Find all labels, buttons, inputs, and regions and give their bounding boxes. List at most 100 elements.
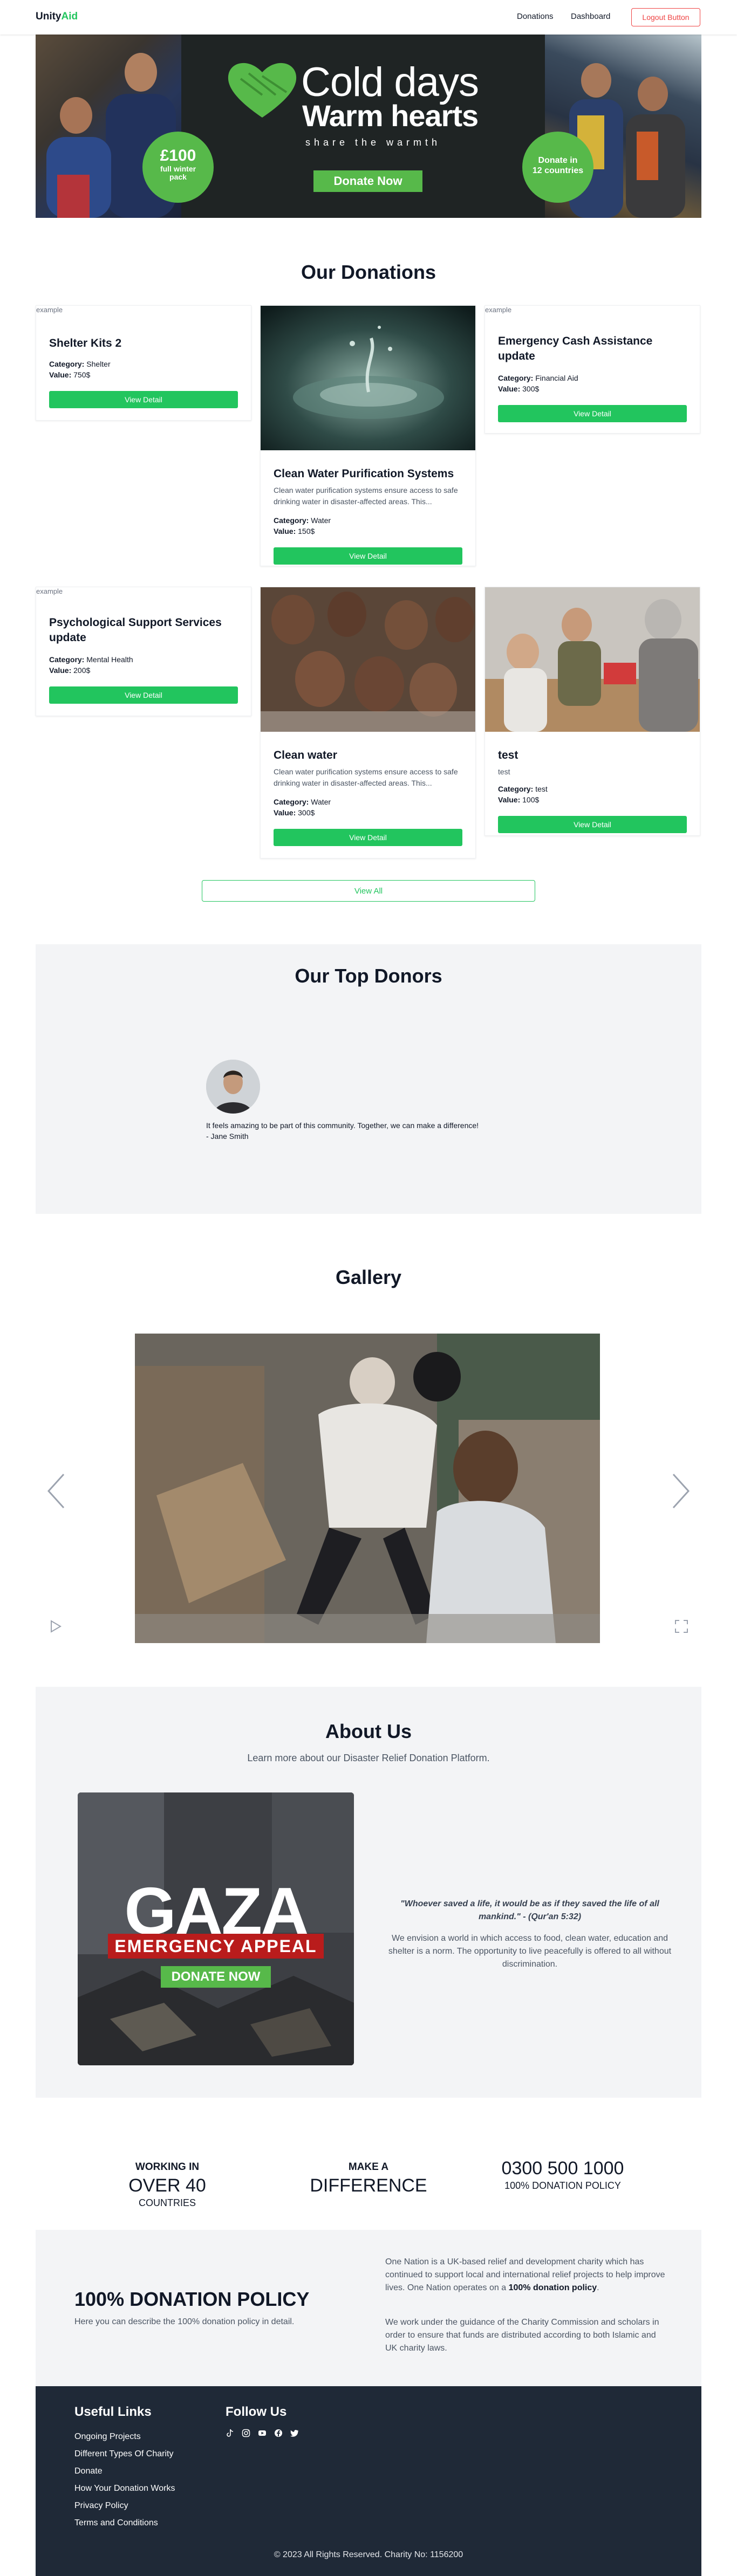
policy-title: 100% DONATION POLICY xyxy=(74,2288,310,2310)
brand-logo[interactable]: UnityAid xyxy=(36,11,78,23)
view-all-button[interactable]: View All xyxy=(202,880,535,902)
policy-p1-end: . xyxy=(597,2283,599,2292)
hero-donate-button[interactable]: Donate Now xyxy=(313,170,422,192)
donations-section-title: Our Donations xyxy=(301,261,436,283)
about-body: We envision a world in which access to f… xyxy=(388,1934,672,1969)
view-detail-button[interactable]: View Detail xyxy=(49,391,238,408)
donation-title: Psychological Support Services update xyxy=(49,616,222,644)
footer-link-donate[interactable]: Donate xyxy=(74,2467,103,2476)
category-label: Category: xyxy=(49,360,85,368)
hero-tagline: share the warmth xyxy=(305,137,441,148)
play-icon[interactable] xyxy=(49,1619,63,1633)
useful-links-title: Useful Links xyxy=(74,2405,152,2419)
badge-line1: full winter xyxy=(160,164,196,173)
youtube-icon[interactable] xyxy=(258,2429,267,2437)
footer-link-terms[interactable]: Terms and Conditions xyxy=(74,2518,158,2528)
instagram-icon[interactable] xyxy=(242,2429,250,2437)
emergency-appeal-label: EMERGENCY APPEAL xyxy=(108,1934,324,1959)
about-title: About Us xyxy=(325,1720,412,1742)
volunteers-image xyxy=(485,587,700,732)
view-detail-button[interactable]: View Detail xyxy=(274,829,462,846)
brand-prefix: Unity xyxy=(36,11,62,22)
hero-banner: Cold days Warm hearts share the warmth D… xyxy=(36,35,701,218)
donation-title: test xyxy=(498,749,518,761)
donation-category: Category: Financial Aid xyxy=(498,374,578,382)
view-detail-button[interactable]: View Detail xyxy=(49,686,238,704)
category-value: Shelter xyxy=(86,360,111,368)
donor-photo xyxy=(206,1060,260,1114)
stat-small-label: WORKING IN xyxy=(135,2161,200,2173)
nav-link-donations[interactable]: Donations xyxy=(517,12,554,21)
water-splash-image xyxy=(261,306,475,450)
gallery-photo xyxy=(135,1334,600,1643)
footer-link-how-donation-works[interactable]: How Your Donation Works xyxy=(74,2484,175,2493)
nav-link-dashboard[interactable]: Dashboard xyxy=(571,12,610,21)
avatar xyxy=(206,1060,260,1114)
donation-card: example Emergency Cash Assistance update… xyxy=(484,305,700,434)
footer-link-privacy-policy[interactable]: Privacy Policy xyxy=(74,2501,128,2511)
donation-description: test xyxy=(498,767,510,776)
twitter-icon[interactable] xyxy=(290,2429,299,2437)
value-amount: 200$ xyxy=(73,666,91,675)
stat-sub-label: COUNTRIES xyxy=(138,2197,196,2208)
stat-big-label: OVER 40 xyxy=(128,2175,206,2196)
footer-link-types-of-charity[interactable]: Different Types Of Charity xyxy=(74,2449,173,2459)
value-label: Value: xyxy=(49,370,72,379)
value-amount: 300$ xyxy=(522,384,540,393)
top-donors-section: Our Top Donors It feels amazing to be pa… xyxy=(36,944,701,1214)
donation-description: Clean water purification systems ensure … xyxy=(274,767,458,787)
donation-card: example Shelter Kits 2 Category: Shelter… xyxy=(36,305,251,421)
donation-card: Clean Water Purification Systems Clean w… xyxy=(260,305,476,566)
donation-category: Category: Shelter xyxy=(49,360,111,368)
donation-value: Value: 200$ xyxy=(49,666,90,675)
winter-pack-badge: £100 full winter pack xyxy=(142,132,214,203)
stat-phone-number[interactable]: 0300 500 1000 xyxy=(482,2158,644,2179)
category-value: Water xyxy=(311,516,331,525)
view-detail-button[interactable]: View Detail xyxy=(498,405,687,422)
policy-description: Here you can describe the 100% donation … xyxy=(74,2317,295,2326)
broken-image: example xyxy=(36,587,63,595)
copyright-text: © 2023 All Rights Reserved. Charity No: … xyxy=(274,2550,463,2559)
gaza-appeal-banner[interactable]: GAZA EMERGENCY APPEAL DONATE NOW xyxy=(78,1792,354,2065)
category-label: Category: xyxy=(498,374,534,382)
donation-category: Category: Water xyxy=(274,516,331,525)
donation-title: Emergency Cash Assistance update xyxy=(498,335,653,362)
donation-policy-section: 100% DONATION POLICY Here you can descri… xyxy=(36,2230,701,2386)
category-value: Financial Aid xyxy=(535,374,578,382)
donation-value: Value: 100$ xyxy=(498,795,539,804)
category-label: Category: xyxy=(274,516,309,525)
value-label: Value: xyxy=(498,795,521,804)
donation-value: Value: 150$ xyxy=(274,527,315,535)
hero-title-warm-hearts: Warm hearts xyxy=(302,99,479,133)
badge-right-line1: Donate in xyxy=(538,156,578,165)
chevron-left-icon[interactable] xyxy=(45,1472,67,1510)
facebook-icon[interactable] xyxy=(274,2429,283,2437)
value-label: Value: xyxy=(498,384,521,393)
policy-paragraph-2: We work under the guidance of the Charit… xyxy=(385,2318,659,2353)
footer-link-ongoing-projects[interactable]: Ongoing Projects xyxy=(74,2432,141,2442)
about-section: About Us Learn more about our Disaster R… xyxy=(36,1687,701,2098)
logout-button[interactable]: Logout Button xyxy=(631,8,700,26)
donation-title: Shelter Kits 2 xyxy=(49,337,122,349)
donation-title: Clean Water Purification Systems xyxy=(274,468,454,480)
donor-name: - Jane Smith xyxy=(206,1132,249,1141)
view-detail-button[interactable]: View Detail xyxy=(498,816,687,833)
policy-p1-bold: 100% donation policy xyxy=(508,2283,597,2292)
children-group-image xyxy=(261,587,475,732)
tiktok-icon[interactable] xyxy=(226,2429,234,2437)
fullscreen-icon[interactable] xyxy=(674,1619,688,1633)
top-donors-title: Our Top Donors xyxy=(295,965,442,987)
broken-image: example xyxy=(485,306,512,314)
gaza-donate-label: DONATE NOW xyxy=(161,1966,271,1988)
gallery-image xyxy=(135,1334,600,1643)
about-subtitle: Learn more about our Disaster Relief Don… xyxy=(247,1753,490,1763)
category-label: Category: xyxy=(498,785,534,793)
value-amount: 150$ xyxy=(298,527,315,535)
category-label: Category: xyxy=(49,655,85,664)
badge-line2: pack xyxy=(169,173,187,181)
donation-value: Value: 750$ xyxy=(49,370,90,379)
view-detail-button[interactable]: View Detail xyxy=(274,547,462,565)
footer: Useful Links Ongoing Projects Different … xyxy=(36,2386,701,2576)
chevron-right-icon[interactable] xyxy=(670,1472,692,1510)
gallery-title: Gallery xyxy=(335,1266,402,1288)
